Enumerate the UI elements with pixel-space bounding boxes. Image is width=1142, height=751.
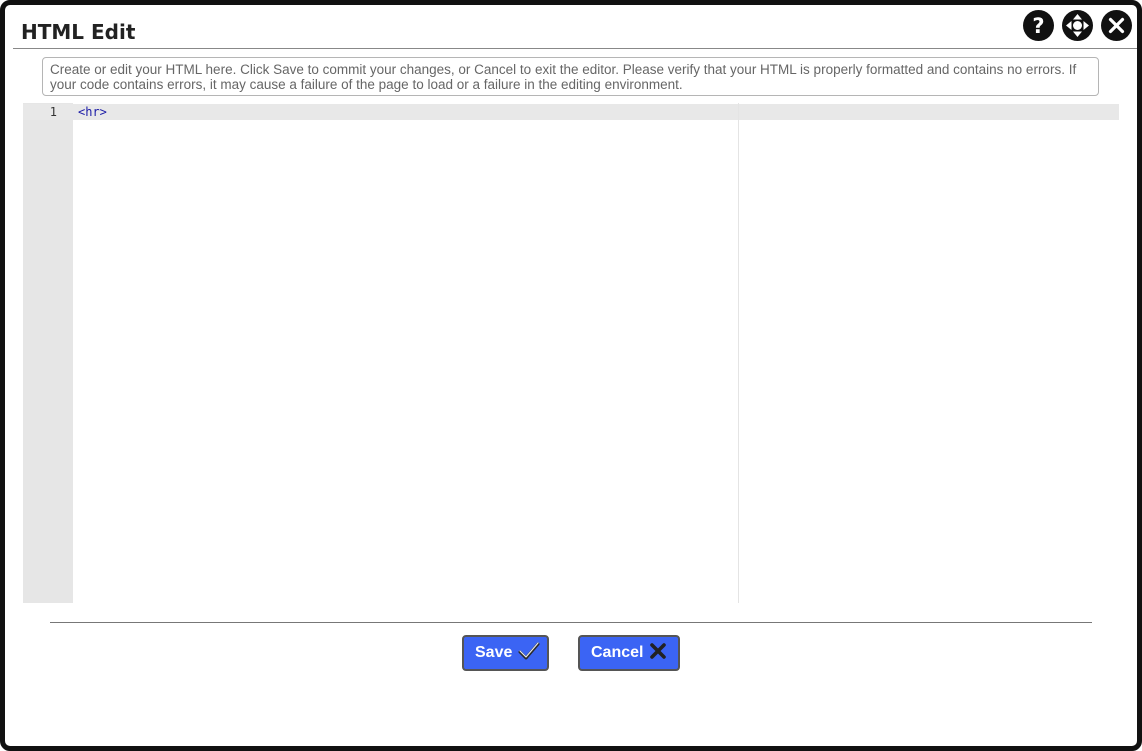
question-circle-icon: ? <box>1032 14 1044 38</box>
code-line[interactable]: <hr> <box>78 105 107 119</box>
footer-divider <box>50 622 1092 623</box>
move-arrows-icon <box>1066 14 1089 37</box>
line-number: 1 <box>49 105 57 119</box>
dialog-title: HTML Edit <box>21 20 136 44</box>
active-line-highlight <box>23 104 1119 120</box>
help-button[interactable]: ? <box>1023 10 1054 41</box>
checkmark-icon <box>518 641 540 666</box>
save-button[interactable]: Save <box>462 635 549 671</box>
save-button-label: Save <box>475 644 513 661</box>
close-x-icon <box>1108 17 1125 34</box>
line-number-gutter <box>23 103 73 603</box>
print-margin <box>738 103 739 603</box>
title-divider <box>13 48 1137 49</box>
cancel-button[interactable]: Cancel <box>578 635 680 671</box>
instructions-text: Create or edit your HTML here. Click Sav… <box>42 57 1099 96</box>
html-edit-dialog: HTML Edit ? Create or edit your HTML her… <box>0 0 1142 751</box>
close-button[interactable] <box>1101 10 1132 41</box>
move-button[interactable] <box>1062 10 1093 41</box>
svg-text:?: ? <box>1032 14 1044 38</box>
code-editor[interactable]: 1 <hr> <box>23 103 1119 603</box>
cancel-button-label: Cancel <box>591 644 644 661</box>
x-icon <box>649 642 667 665</box>
